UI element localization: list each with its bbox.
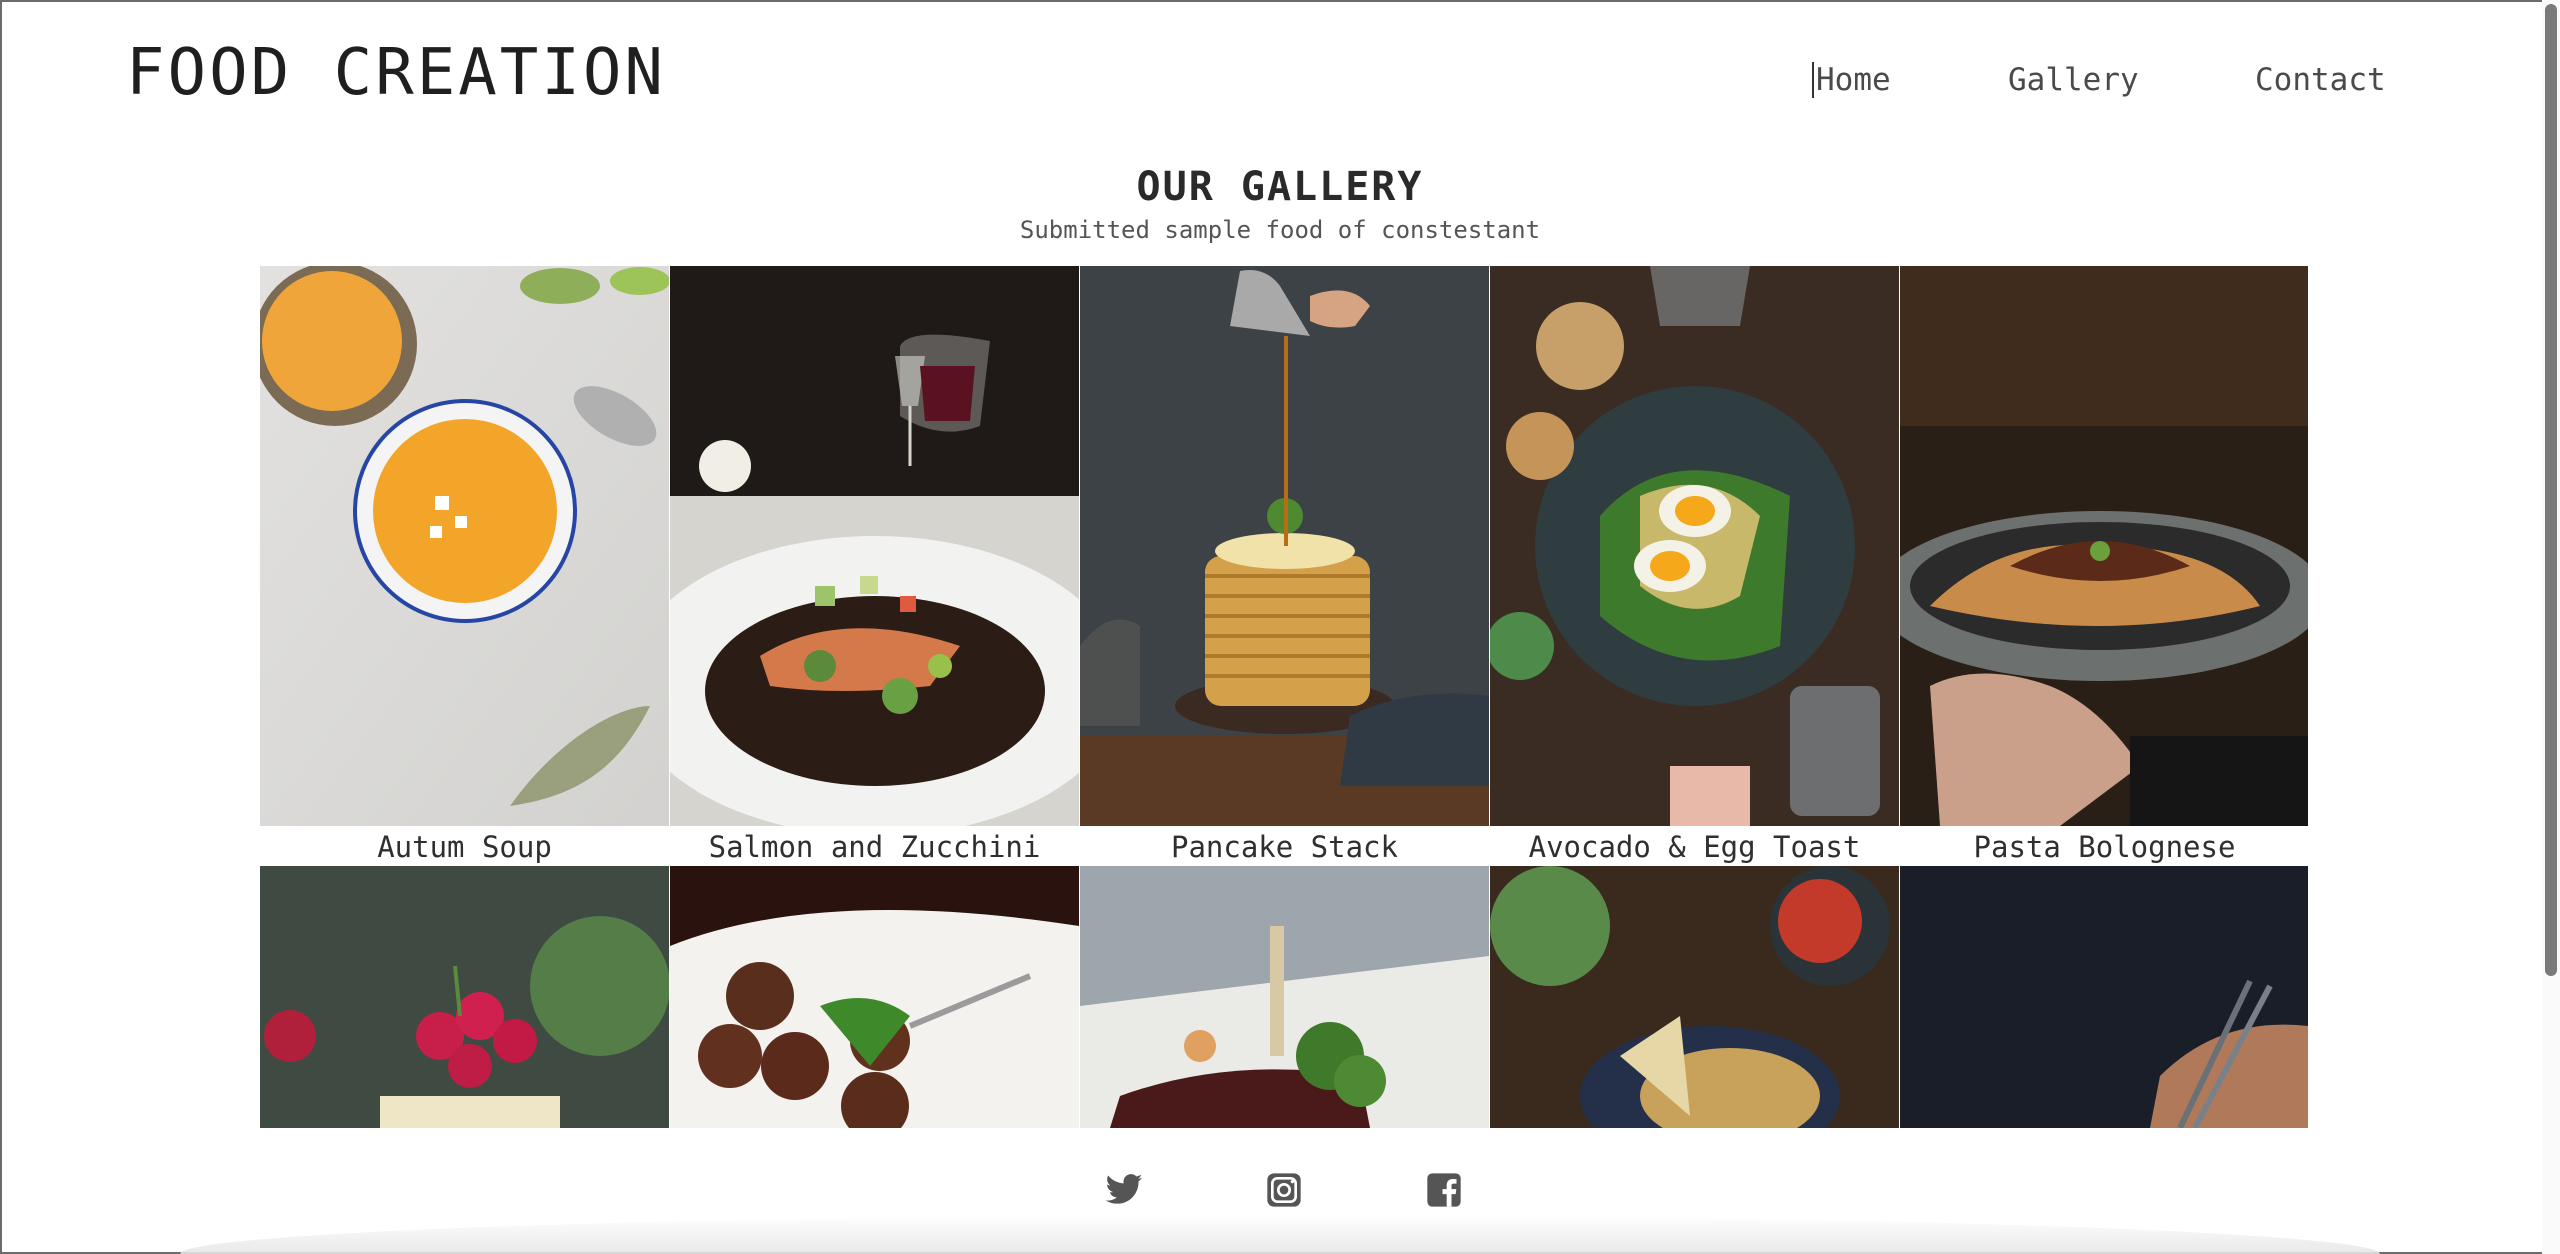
avocado-photo <box>1490 266 1899 826</box>
gallery-subtitle: Submitted sample food of constestant <box>1019 216 1541 244</box>
soup-photo <box>260 266 669 826</box>
gallery-image-pancake[interactable] <box>1080 266 1489 826</box>
gallery-image-avocado[interactable] <box>1490 266 1899 826</box>
site-logo[interactable]: FOOD CREATION <box>126 36 666 110</box>
gallery-image-raspberry-cake[interactable] <box>260 866 669 1128</box>
pasta-photo <box>1900 266 2308 826</box>
gallery-image-chopsticks[interactable] <box>1900 866 2308 1128</box>
scrollbar-thumb[interactable] <box>2545 4 2557 976</box>
chopsticks-photo <box>1900 866 2308 1128</box>
raspberry-cake-photo <box>260 866 669 1128</box>
facebook-icon[interactable] <box>1424 1170 1464 1210</box>
pancake-photo <box>1080 266 1489 826</box>
gallery-caption: Avocado & Egg Toast <box>1528 830 1861 864</box>
salmon-photo <box>670 266 1079 826</box>
gallery-image-steak[interactable] <box>1080 866 1489 1128</box>
gallery-caption: Pancake Stack <box>1171 830 1398 864</box>
gallery-image-meatballs[interactable] <box>670 866 1079 1128</box>
twitter-icon[interactable] <box>1104 1170 1144 1210</box>
nav-home-link[interactable]: Home <box>1812 62 1891 98</box>
gallery-row: Autum Soup Salmon and Zucchini Pancake S… <box>260 266 2308 864</box>
nav-gallery-link[interactable]: Gallery <box>2008 62 2139 98</box>
gallery-caption: Salmon and Zucchini <box>708 830 1041 864</box>
gallery-image-salmon[interactable] <box>670 266 1079 826</box>
nav-contact-link[interactable]: Contact <box>2255 62 2386 98</box>
gallery-image-salad-bowl[interactable] <box>1490 866 1899 1128</box>
salad-bowl-photo <box>1490 866 1899 1128</box>
gallery-image-soup[interactable] <box>260 266 669 826</box>
meatballs-photo <box>670 866 1079 1128</box>
gallery-caption: Pasta Bolognese <box>1973 830 2236 864</box>
site-header: FOOD CREATION Home Gallery Contact <box>0 0 2540 150</box>
gallery-image-pasta[interactable] <box>1900 266 2308 826</box>
gallery-caption: Autum Soup <box>377 830 552 864</box>
instagram-icon[interactable] <box>1264 1170 1304 1210</box>
vertical-scrollbar[interactable] <box>2542 0 2560 1254</box>
gallery-title: OUR GALLERY <box>1136 164 1424 210</box>
steak-photo <box>1080 866 1489 1128</box>
gallery-row <box>260 866 2308 1128</box>
